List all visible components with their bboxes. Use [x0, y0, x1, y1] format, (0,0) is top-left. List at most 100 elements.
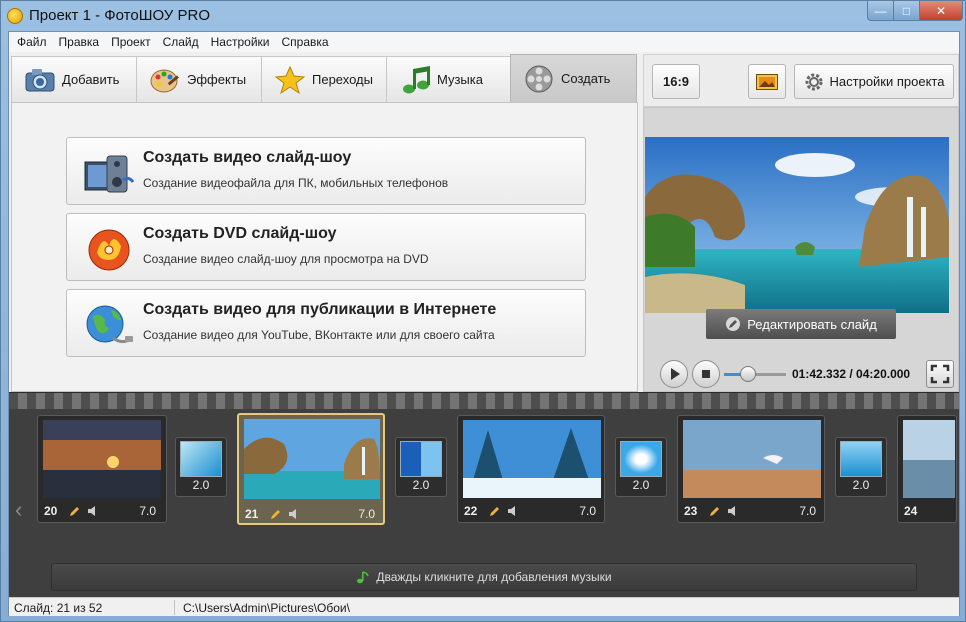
tab-add-label: Добавить — [62, 72, 120, 87]
edit-pencil-icon[interactable] — [708, 504, 722, 518]
dvd-disc-icon — [88, 229, 130, 271]
volume-slider-handle[interactable] — [740, 366, 756, 382]
edit-pencil-icon[interactable] — [488, 504, 502, 518]
speaker-icon[interactable] — [86, 504, 100, 518]
menu-project[interactable]: Проект — [105, 32, 157, 52]
create-video-button[interactable]: Создать видео слайд-шоу Создание видеофа… — [66, 137, 586, 205]
play-icon — [671, 368, 680, 380]
aspect-ratio-label: 16:9 — [662, 74, 690, 89]
slide-thumbnail — [463, 420, 601, 498]
slide-duration: 7.0 — [579, 504, 596, 518]
tab-create-label: Создать — [561, 71, 611, 86]
client-area: Файл Правка Проект Слайд Настройки Справ… — [8, 31, 960, 616]
create-video-subtitle: Создание видеофайла для ПК, мобильных те… — [143, 176, 449, 190]
video-file-icon — [84, 155, 135, 193]
play-button[interactable] — [660, 360, 688, 388]
project-settings-button[interactable]: Настройки проекта — [794, 64, 954, 99]
timeline-slide-21[interactable]: 21 7.0 — [237, 413, 385, 525]
background-image-button[interactable] — [748, 64, 786, 99]
title-bar[interactable]: Проект 1 - ФотоШОУ PRO — □ ✕ — [1, 1, 965, 31]
create-dvd-title: Создать DVD слайд-шоу — [143, 225, 337, 242]
transition-thumbnail — [400, 441, 442, 477]
menu-settings[interactable]: Настройки — [205, 32, 276, 52]
pencil-icon — [726, 317, 741, 331]
create-dvd-subtitle: Создание видео слайд-шоу для просмотра н… — [143, 252, 429, 266]
speaker-icon[interactable] — [726, 504, 740, 518]
add-music-hint: Дважды кликните для добавления музыки — [376, 570, 612, 584]
transition-20-21[interactable]: 2.0 — [175, 437, 227, 497]
slide-thumbnail — [244, 419, 380, 499]
timeline-slide-22[interactable]: 22 7.0 — [457, 415, 605, 523]
slide-counter: Слайд: 21 из 52 — [14, 601, 103, 615]
create-web-video-button[interactable]: Создать видео для публикации в Интернете… — [66, 289, 586, 357]
stop-icon — [702, 370, 710, 378]
menu-slide[interactable]: Слайд — [157, 32, 205, 52]
create-web-video-title: Создать видео для публикации в Интернете — [143, 301, 497, 318]
slide-thumbnail — [903, 420, 955, 498]
scroll-left-arrow-icon[interactable]: ‹ — [15, 497, 22, 523]
transition-22-23[interactable]: 2.0 — [615, 437, 667, 497]
menu-edit[interactable]: Правка — [53, 32, 106, 52]
minimize-button[interactable]: — — [867, 1, 894, 21]
playback-controls: 01:42.332 / 04:20.000 — [644, 356, 958, 392]
edit-pencil-icon[interactable] — [68, 504, 82, 518]
slide-thumbnail — [43, 420, 161, 498]
speaker-icon[interactable] — [506, 504, 520, 518]
aspect-ratio-button[interactable]: 16:9 — [652, 64, 700, 99]
transition-thumbnail — [180, 441, 222, 477]
create-dvd-button[interactable]: Создать DVD слайд-шоу Создание видео сла… — [66, 213, 586, 281]
slide-number: 23 — [684, 504, 698, 518]
transition-duration: 2.0 — [632, 478, 650, 492]
camera-icon — [25, 68, 55, 91]
stop-button[interactable] — [692, 360, 720, 388]
tab-create[interactable]: Создать — [510, 54, 637, 102]
tab-add[interactable]: Добавить — [11, 56, 137, 102]
film-reel-icon — [525, 65, 553, 92]
main-tabs: Добавить Эффекты Переходы Музыка Создать — [11, 54, 638, 102]
timeline-slide-24[interactable]: 24 — [897, 415, 957, 523]
project-settings-label: Настройки проекта — [829, 74, 945, 89]
folder-path: C:\Users\Admin\Pictures\Обои\ — [183, 601, 350, 615]
slide-number: 22 — [464, 504, 478, 518]
menu-help[interactable]: Справка — [275, 32, 334, 52]
music-note-icon — [357, 571, 370, 584]
slide-number: 20 — [44, 504, 58, 518]
playback-time: 01:42.332 / 04:20.000 — [792, 367, 911, 381]
transition-thumbnail — [620, 441, 662, 477]
tab-transitions-label: Переходы — [312, 72, 373, 87]
create-video-title: Создать видео слайд-шоу — [143, 149, 352, 166]
timeline-slide-20[interactable]: 20 7.0 — [37, 415, 167, 523]
slide-duration: 7.0 — [139, 504, 156, 518]
tab-music[interactable]: Музыка — [386, 56, 511, 102]
slide-timeline: ‹ › 20 7.0 2.0 — [9, 392, 959, 616]
palette-icon — [150, 69, 179, 92]
menu-file[interactable]: Файл — [11, 32, 53, 52]
transition-23-24[interactable]: 2.0 — [835, 437, 887, 497]
preview-image — [645, 137, 949, 313]
slide-duration: 7.0 — [358, 507, 375, 521]
speaker-icon[interactable] — [287, 507, 301, 521]
tab-music-label: Музыка — [437, 72, 483, 87]
tab-effects-label: Эффекты — [187, 72, 247, 87]
add-music-track[interactable]: Дважды кликните для добавления музыки — [51, 563, 917, 591]
fullscreen-button[interactable] — [926, 360, 954, 388]
window-title: Проект 1 - ФотоШОУ PRO — [29, 7, 210, 24]
tab-effects[interactable]: Эффекты — [136, 56, 262, 102]
status-divider — [174, 600, 175, 615]
timeline-slide-23[interactable]: 23 7.0 — [677, 415, 825, 523]
slide-thumbnail — [683, 420, 821, 498]
gear-icon — [805, 73, 823, 90]
menu-bar: Файл Правка Проект Слайд Настройки Справ… — [9, 32, 959, 52]
preview-panel: Редактировать слайд 01:42.332 / 04:20.00… — [643, 107, 959, 392]
maximize-icon: □ — [902, 3, 911, 18]
image-icon — [756, 73, 778, 90]
transition-21-22[interactable]: 2.0 — [395, 437, 447, 497]
transition-thumbnail — [840, 441, 882, 477]
edit-pencil-icon[interactable] — [269, 507, 283, 521]
close-button[interactable]: ✕ — [919, 1, 963, 21]
tab-transitions[interactable]: Переходы — [261, 56, 387, 102]
minimize-icon: — — [874, 3, 887, 18]
maximize-button[interactable]: □ — [893, 1, 920, 21]
edit-slide-button[interactable]: Редактировать слайд — [706, 309, 896, 339]
preview-toolbar: 16:9 Настройки проекта — [643, 54, 959, 107]
